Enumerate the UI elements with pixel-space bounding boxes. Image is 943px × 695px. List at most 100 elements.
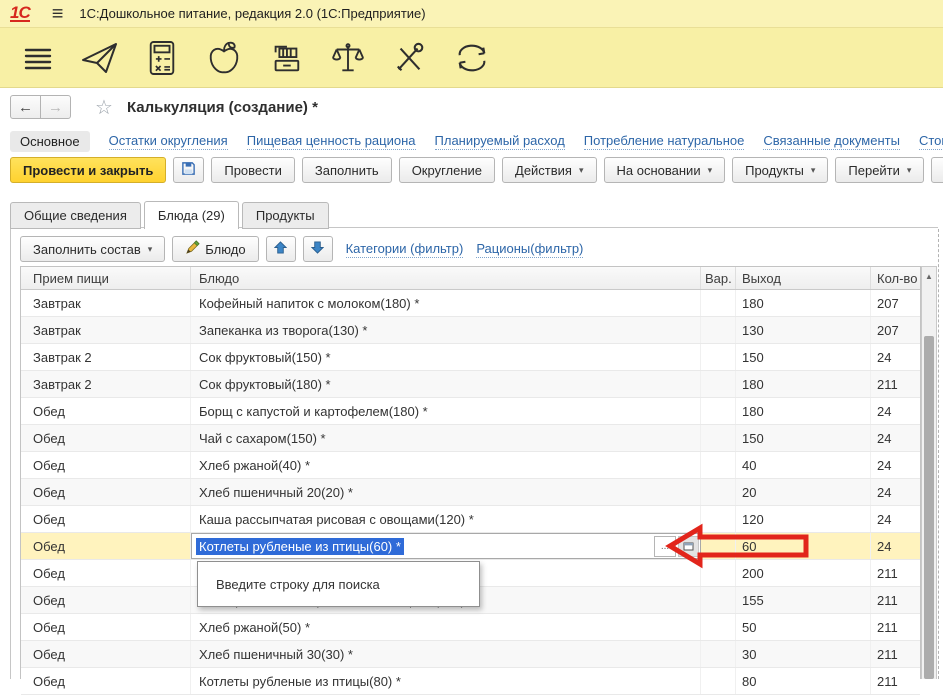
table-row[interactable]: ОбедХлеб ржаной(40) *4024 <box>21 452 920 479</box>
post-button[interactable]: Провести <box>211 157 295 183</box>
meal-cell[interactable]: Обед <box>21 668 191 694</box>
categories-filter-link[interactable]: Категории (фильтр) <box>346 241 464 258</box>
variant-cell[interactable] <box>701 479 736 505</box>
output-cell[interactable]: 180 <box>736 290 871 316</box>
table-row[interactable]: ОбедКаша рассыпчатая рисовая с овощами(1… <box>21 506 920 533</box>
variant-cell[interactable] <box>701 371 736 397</box>
table-row[interactable]: ОбедХлеб пшеничный 30(30) * 30211 <box>21 641 920 668</box>
variant-cell[interactable] <box>701 290 736 316</box>
output-cell[interactable]: 150 <box>736 425 871 451</box>
variant-cell[interactable] <box>701 641 736 667</box>
scales-icon[interactable] <box>328 38 368 78</box>
save-button[interactable] <box>173 157 204 183</box>
dish-cell-editing[interactable]: Котлеты рубленые из птицы(60) *... <box>191 533 701 559</box>
move-down-button[interactable] <box>303 236 333 262</box>
dish-cell[interactable]: Хлеб ржаной(50) * <box>191 614 701 640</box>
output-cell[interactable]: 60 <box>736 533 871 559</box>
dish-cell[interactable]: Хлеб ржаной(40) * <box>191 452 701 478</box>
window-menu-icon[interactable]: ≡ <box>52 4 64 24</box>
products-dropdown-button[interactable]: Продукты▾ <box>732 157 828 183</box>
meal-cell[interactable]: Обед <box>21 425 191 451</box>
table-row[interactable]: ОбедБорщ с капустой и картофелем(180) *1… <box>21 398 920 425</box>
dish-cell[interactable]: Каша рассыпчатая рисовая с овощами(120) … <box>191 506 701 532</box>
column-header-output[interactable]: Выход <box>736 267 871 289</box>
actions-dropdown-button[interactable]: Действия▾ <box>502 157 597 183</box>
quantity-cell[interactable]: 24 <box>871 344 920 370</box>
search-hint-popup[interactable]: Введите строку для поиска <box>197 561 480 607</box>
meal-cell[interactable]: Завтрак <box>21 317 191 343</box>
variant-cell[interactable] <box>701 425 736 451</box>
dish-cell[interactable]: Кофейный напиток с молоком(180) * <box>191 290 701 316</box>
quantity-cell[interactable]: 24 <box>871 425 920 451</box>
table-row[interactable]: ЗавтракКофейный напиток с молоком(180) *… <box>21 290 920 317</box>
variant-cell[interactable] <box>701 587 736 613</box>
cash-register-icon[interactable] <box>266 38 306 78</box>
quantity-cell[interactable]: 211 <box>871 614 920 640</box>
dish-cell[interactable]: Хлеб пшеничный 30(30) * <box>191 641 701 667</box>
tools-icon[interactable] <box>390 38 430 78</box>
print-dropdown-button[interactable]: Печать▾ <box>931 157 943 183</box>
meal-cell[interactable]: Обед <box>21 479 191 505</box>
section-link-planned-expense[interactable]: Планируемый расход <box>435 133 565 150</box>
output-cell[interactable]: 180 <box>736 371 871 397</box>
output-cell[interactable]: 130 <box>736 317 871 343</box>
table-row[interactable]: ОбедЧай с сахаром(150) * 15024 <box>21 425 920 452</box>
section-link-natural-consumption[interactable]: Потребление натуральное <box>584 133 745 150</box>
meal-cell[interactable]: Обед <box>21 587 191 613</box>
variant-cell[interactable] <box>701 533 736 559</box>
meal-cell[interactable]: Обед <box>21 506 191 532</box>
quantity-cell[interactable]: 211 <box>871 641 920 667</box>
section-link-rounding-leftovers[interactable]: Остатки округления <box>109 133 228 150</box>
variant-cell[interactable] <box>701 344 736 370</box>
variant-cell[interactable] <box>701 668 736 694</box>
table-row[interactable]: ОбедКотлеты рубленые из птицы(80) *80211 <box>21 668 920 695</box>
scrollbar-thumb[interactable] <box>924 336 934 679</box>
output-cell[interactable]: 40 <box>736 452 871 478</box>
tab-dishes[interactable]: Блюда (29) <box>144 201 239 229</box>
meal-cell[interactable]: Обед <box>21 452 191 478</box>
forward-button[interactable]: → <box>40 95 71 119</box>
based-on-dropdown-button[interactable]: На основании▾ <box>604 157 726 183</box>
quantity-cell[interactable]: 207 <box>871 290 920 316</box>
section-link-related-documents[interactable]: Связанные документы <box>763 133 900 150</box>
dish-cell[interactable]: Сок фруктовый(150) * <box>191 344 701 370</box>
quantity-cell[interactable]: 211 <box>871 560 920 586</box>
table-row[interactable]: ОбедХлеб ржаной(50) *50211 <box>21 614 920 641</box>
section-link-main[interactable]: Основное <box>10 131 90 152</box>
quantity-cell[interactable]: 211 <box>871 371 920 397</box>
dish-cell[interactable]: Хлеб пшеничный 20(20) * <box>191 479 701 505</box>
quantity-cell[interactable]: 211 <box>871 668 920 694</box>
output-cell[interactable]: 30 <box>736 641 871 667</box>
ellipsis-button[interactable]: ... <box>654 536 676 557</box>
tab-general-info[interactable]: Общие сведения <box>10 202 141 229</box>
variant-cell[interactable] <box>701 506 736 532</box>
back-button[interactable]: ← <box>10 95 41 119</box>
variant-cell[interactable] <box>701 317 736 343</box>
move-up-button[interactable] <box>266 236 296 262</box>
fill-composition-dropdown-button[interactable]: Заполнить состав▾ <box>20 236 165 262</box>
main-menu-icon[interactable] <box>18 38 58 78</box>
meal-cell[interactable]: Завтрак <box>21 290 191 316</box>
meal-cell[interactable]: Обед <box>21 641 191 667</box>
quantity-cell[interactable]: 211 <box>871 587 920 613</box>
dish-cell[interactable]: Борщ с капустой и картофелем(180) * <box>191 398 701 424</box>
output-cell[interactable]: 180 <box>736 398 871 424</box>
quantity-cell[interactable]: 24 <box>871 398 920 424</box>
table-row[interactable]: ЗавтракЗапеканка из творога(130) *130207 <box>21 317 920 344</box>
table-row[interactable]: ОбедХлеб пшеничный 20(20) *2024 <box>21 479 920 506</box>
dish-cell[interactable]: Чай с сахаром(150) * <box>191 425 701 451</box>
output-cell[interactable]: 150 <box>736 344 871 370</box>
open-icon[interactable] <box>678 536 699 557</box>
variant-cell[interactable] <box>701 614 736 640</box>
column-header-variant[interactable]: Вар. <box>701 267 736 289</box>
rations-filter-link[interactable]: Рационы(фильтр) <box>476 241 583 258</box>
column-header-meal[interactable]: Прием пищи <box>21 267 191 289</box>
output-cell[interactable]: 155 <box>736 587 871 613</box>
meal-cell[interactable]: Завтрак 2 <box>21 371 191 397</box>
quantity-cell[interactable]: 24 <box>871 506 920 532</box>
variant-cell[interactable] <box>701 398 736 424</box>
fill-button[interactable]: Заполнить <box>302 157 392 183</box>
tab-products[interactable]: Продукты <box>242 202 329 229</box>
meal-cell[interactable]: Обед <box>21 560 191 586</box>
column-header-dish[interactable]: Блюдо <box>191 267 701 289</box>
